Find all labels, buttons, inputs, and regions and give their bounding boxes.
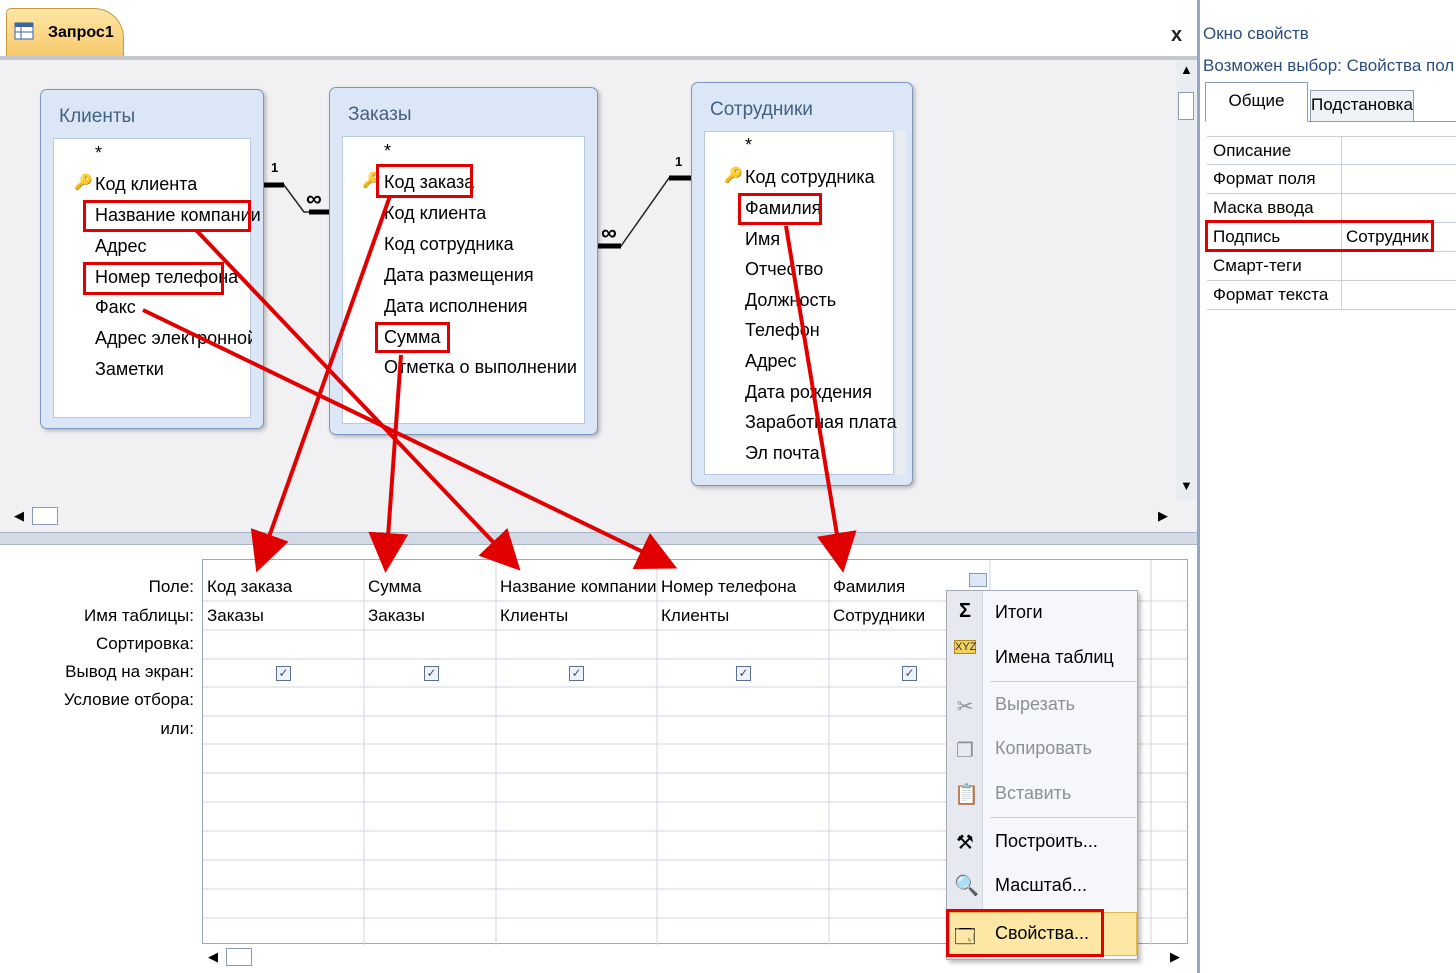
grid-table-cell[interactable]: Клиенты [500,606,568,626]
menu-separator [990,817,1136,818]
grid-table-cell[interactable]: Сотрудники [833,606,925,626]
row-label-criteria: Условие отбора: [63,690,194,709]
paste-icon: 📋 [954,784,979,806]
show-checkbox[interactable]: ✓ [736,666,751,681]
property-sheet-title: Окно свойств [1203,24,1309,43]
show-checkbox[interactable]: ✓ [569,666,584,681]
property-name: Описание [1213,141,1292,160]
property-value[interactable] [1341,194,1342,223]
tab-general[interactable]: Общие [1205,82,1308,122]
property-value[interactable] [1341,252,1342,281]
menu-item-paste[interactable]: Вставить [995,783,1071,804]
annotation-box [1205,220,1434,252]
grid-table-cell[interactable]: Заказы [368,606,425,626]
property-value[interactable] [1341,137,1342,166]
menu-item-build[interactable]: Построить... [995,831,1098,852]
property-row[interactable]: Смарт-теги [1207,252,1456,281]
menu-item-copy[interactable]: Копировать [995,738,1092,759]
show-checkbox[interactable]: ✓ [276,666,291,681]
grid-table-cell[interactable]: Заказы [207,606,264,626]
menu-item-totals[interactable]: Итоги [995,602,1043,623]
row-label-or: или: [160,719,194,738]
property-value[interactable] [1341,281,1342,310]
property-name: Маска ввода [1213,198,1314,217]
property-row[interactable]: Маска ввода [1207,194,1456,223]
build-wand-icon: ⚒ [956,832,974,854]
show-checkbox[interactable]: ✓ [424,666,439,681]
row-label-table: Имя таблицы: [84,606,194,625]
sigma-icon: Σ [958,600,971,622]
property-name: Формат поля [1213,169,1316,188]
property-row[interactable]: Описание [1207,136,1456,166]
property-row[interactable]: Формат поля [1207,165,1456,194]
row-label-show: Вывод на экран: [65,662,194,681]
annotation-box [946,909,1104,957]
scissors-icon: ✂ [956,696,974,718]
menu-item-zoom[interactable]: Масштаб... [995,875,1087,896]
scroll-thumb[interactable] [226,948,252,966]
property-row[interactable]: Формат текста [1207,281,1456,310]
show-checkbox[interactable]: ✓ [902,666,917,681]
zoom-icon: 🔍 [954,875,979,897]
copy-icon: ❐ [956,740,974,762]
property-value[interactable] [1341,165,1342,194]
tab-lookup[interactable]: Подстановка [1310,90,1414,122]
annotation-arrows [142,195,857,573]
grid-table-cell[interactable]: Клиенты [661,606,729,626]
property-name: Смарт-теги [1213,256,1302,275]
row-label-sort: Сортировка: [95,634,194,653]
scroll-left-icon[interactable]: ◀ [208,949,218,965]
property-tabs: Общие Подстановка [1205,82,1456,122]
menu-item-cut[interactable]: Вырезать [995,694,1075,715]
menu-separator [990,681,1136,682]
table-names-icon: XYZ [954,640,977,654]
selection-type: Возможен выбор: Свойства поля [1203,56,1453,75]
scroll-right-icon[interactable]: ▶ [1170,949,1180,965]
property-name: Формат текста [1213,285,1329,304]
menu-item-table-names[interactable]: Имена таблиц [995,647,1114,668]
